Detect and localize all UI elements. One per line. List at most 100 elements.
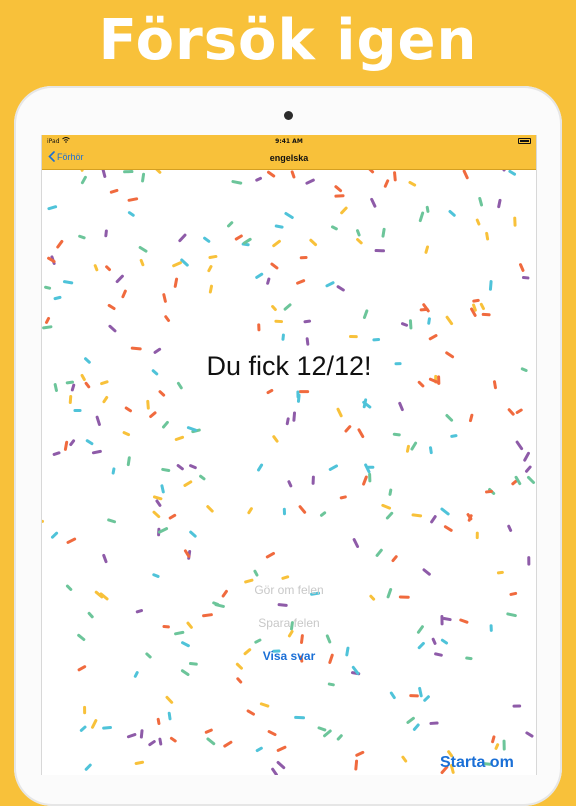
confetti-piece [148, 401, 149, 408]
confetti-piece [474, 305, 476, 310]
confetti-piece [65, 442, 66, 449]
confetti-piece [209, 267, 211, 271]
restart-button[interactable]: Starta om [440, 754, 514, 772]
confetti-piece [160, 739, 161, 744]
save-wrong-button[interactable]: Spara felen [42, 616, 536, 630]
confetti-piece [178, 383, 181, 387]
confetti-piece [104, 728, 111, 729]
confetti-piece [124, 433, 128, 435]
confetti-piece [278, 747, 285, 750]
confetti-piece [188, 428, 195, 431]
confetti-piece [129, 199, 137, 200]
confetti-piece [190, 664, 196, 665]
confetti-piece [513, 481, 516, 484]
confetti-piece [273, 769, 277, 774]
confetti-piece [128, 735, 134, 737]
confetti-piece [79, 667, 85, 670]
confetti-piece [170, 515, 175, 518]
confetti-piece [442, 509, 448, 514]
confetti-piece [390, 490, 391, 494]
confetti-piece [49, 207, 56, 209]
confetti-piece [174, 263, 181, 266]
confetti-piece [394, 434, 399, 435]
confetti-piece [158, 719, 159, 723]
confetti-piece [176, 437, 182, 439]
confetti-piece [359, 430, 363, 437]
confetti-piece [93, 721, 96, 728]
confetti-piece [229, 223, 232, 226]
confetti-piece [248, 711, 253, 714]
confetti-piece [67, 382, 72, 383]
confetti-piece [154, 575, 158, 577]
confetti-layer [42, 170, 536, 775]
confetti-piece [171, 738, 175, 741]
confetti-piece [106, 231, 107, 236]
confetti-piece [208, 507, 212, 511]
confetti-piece [104, 398, 107, 402]
confetti-piece [420, 688, 422, 695]
confetti-piece [452, 436, 456, 437]
confetti-piece [93, 451, 100, 452]
confetti-piece [256, 640, 260, 642]
confetti-piece [140, 247, 146, 251]
confetti-piece [246, 580, 252, 582]
confetti-piece [487, 491, 492, 492]
confetti-piece [336, 187, 341, 191]
confetti-piece [129, 213, 133, 216]
confetti-piece [54, 453, 59, 455]
confetti-piece [357, 752, 363, 755]
confetti-piece [157, 501, 160, 505]
confetti-piece [302, 636, 303, 643]
confetti-piece [109, 305, 114, 308]
confetti-piece [268, 172, 273, 176]
confetti-piece [97, 417, 99, 424]
confetti-piece [286, 213, 292, 217]
show-answers-button[interactable]: Visa svar [42, 649, 536, 663]
confetti-piece [516, 477, 520, 483]
confetti-piece [517, 442, 522, 449]
confetti-piece [332, 227, 336, 229]
confetti-piece [81, 727, 85, 730]
confetti-piece [364, 311, 366, 318]
confetti-piece [237, 664, 241, 668]
confetti-piece [154, 497, 160, 499]
confetti-piece [377, 550, 381, 555]
front-camera [284, 111, 293, 120]
confetti-piece [432, 517, 436, 522]
navigation-bar: Förhör engelska [42, 147, 536, 170]
confetti-piece [46, 287, 50, 288]
confetti-piece [338, 736, 341, 739]
confetti-piece [132, 348, 140, 349]
status-time: 9:41 AM [42, 138, 536, 145]
confetti-piece [447, 416, 452, 421]
confetti-piece [261, 704, 268, 706]
confetti-piece [327, 636, 329, 642]
confetti-piece [498, 572, 502, 573]
confetti-piece [160, 392, 164, 395]
confetti-piece [430, 336, 436, 339]
confetti-piece [510, 171, 515, 174]
confetti-piece [163, 469, 169, 470]
confetti-piece [102, 382, 107, 384]
status-bar: iPad 9:41 AM [42, 135, 536, 147]
confetti-piece [464, 171, 467, 178]
confetti-piece [289, 631, 292, 635]
confetti-piece [369, 170, 373, 172]
confetti-piece [154, 512, 159, 516]
confetti-piece [95, 266, 97, 270]
confetti-piece [257, 274, 262, 277]
confetti-piece [327, 283, 333, 286]
confetti-piece [86, 765, 90, 769]
confetti-piece [55, 385, 56, 391]
confetti-piece [412, 443, 416, 449]
confetti-piece [279, 605, 286, 606]
confetti-piece [141, 260, 143, 264]
confetti-piece [126, 408, 130, 411]
confetti-piece [311, 240, 316, 244]
confetti-piece [509, 410, 513, 414]
confetti-piece [128, 458, 129, 465]
redo-wrong-button[interactable]: Gör om felen [42, 583, 536, 597]
confetti-piece [285, 305, 290, 309]
confetti-piece [137, 611, 141, 612]
confetti-piece [87, 441, 92, 444]
